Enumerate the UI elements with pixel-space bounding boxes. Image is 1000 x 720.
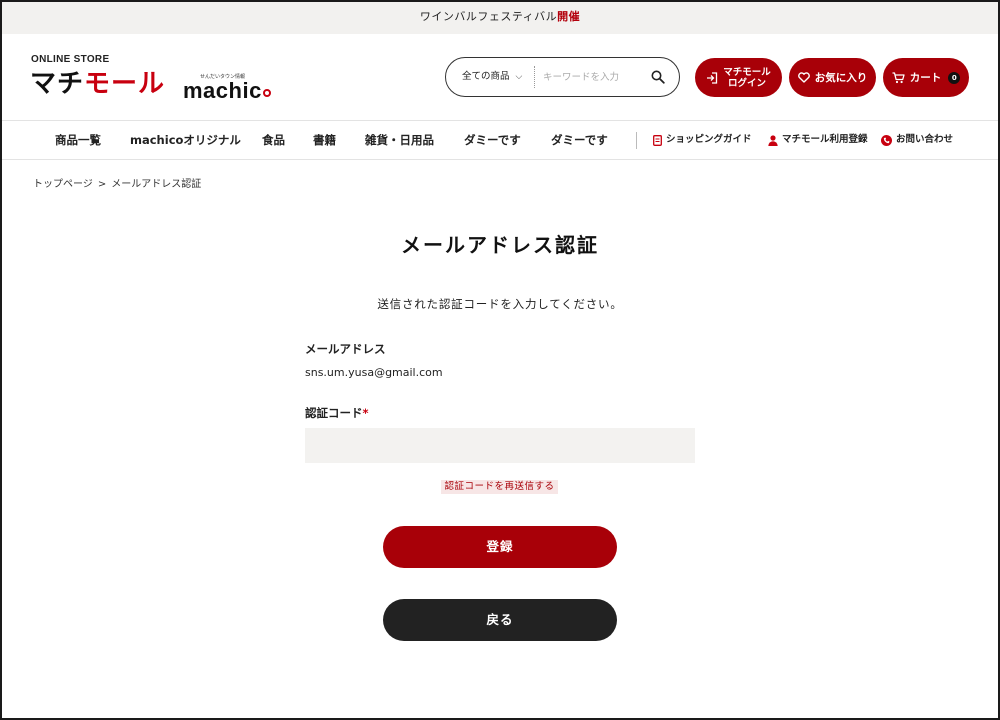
breadcrumb-current: メールアドレス認証 [111, 179, 202, 190]
chevron-down-icon: ⌵ [515, 72, 523, 82]
back-button[interactable]: 戻る [383, 599, 617, 641]
nav-contact[interactable]: お問い合わせ [881, 121, 953, 159]
cart-icon [892, 71, 905, 83]
login-line1: マチモール [723, 66, 771, 78]
search-category-label: 全ての商品 [462, 71, 510, 82]
login-icon [707, 71, 718, 84]
nav-item-machico-original[interactable]: machicoオリジナル [130, 121, 241, 159]
online-store-label: ONLINE STORE [31, 54, 110, 65]
intro-text: 送信された認証コードを入力してください。 [377, 297, 623, 311]
logo-black-part: マチ [30, 69, 85, 99]
announcement-text: ワインバルフェスティバル [419, 10, 558, 23]
user-icon [768, 134, 778, 146]
search-bar: 全ての商品 ⌵ [445, 57, 680, 97]
site-header: ONLINE STORE マチモール せんだいタウン情報 machic 全ての商… [0, 34, 1000, 120]
nav-user-registration-label: マチモール利用登録 [782, 134, 868, 145]
nav-shopping-guide-label: ショッピングガイド [666, 134, 752, 145]
phone-icon [881, 134, 892, 146]
nav-item-goods[interactable]: 雑貨・日用品 [365, 121, 434, 159]
search-icon[interactable] [651, 70, 665, 84]
nav-item-products[interactable]: 商品一覧 [55, 121, 101, 159]
cart-button[interactable]: カート 0 [883, 58, 969, 97]
search-divider [534, 66, 535, 88]
search-input[interactable] [543, 67, 643, 87]
email-label: メールアドレス [305, 342, 386, 356]
breadcrumb-home[interactable]: トップページ [33, 179, 93, 190]
breadcrumb-separator: > [97, 179, 107, 190]
search-category-select[interactable]: 全ての商品 ⌵ [462, 58, 522, 96]
announcement-bar[interactable]: ワインバルフェスティバル開催 [0, 0, 1000, 34]
nav-contact-label: お問い合わせ [896, 134, 954, 145]
cart-label: カート [909, 72, 942, 84]
nav-item-food[interactable]: 食品 [262, 121, 285, 159]
machico-logo-text: machic [183, 78, 262, 103]
nav-item-dummy-2[interactable]: ダミーです [551, 121, 608, 159]
nav-user-registration[interactable]: マチモール利用登録 [768, 121, 868, 159]
heart-icon [797, 72, 810, 83]
machico-dot-icon [262, 89, 271, 97]
email-value: sns.um.yusa@gmail.com [305, 366, 443, 379]
login-line2: ログイン [727, 77, 766, 89]
breadcrumb: トップページ > メールアドレス認証 [33, 175, 201, 190]
announcement-highlight: 開催 [557, 10, 581, 23]
machimall-logo[interactable]: マチモール [30, 68, 165, 100]
page-title: メールアドレス認証 [401, 233, 599, 257]
register-button[interactable]: 登録 [383, 526, 617, 568]
favorites-label: お気に入り [814, 72, 868, 84]
verification-code-input[interactable] [305, 428, 695, 463]
cart-count-badge: 0 [948, 71, 961, 84]
nav-item-books[interactable]: 書籍 [313, 121, 336, 159]
required-mark: * [362, 406, 369, 420]
nav-divider [636, 132, 637, 149]
nav-item-dummy-1[interactable]: ダミーです [464, 121, 521, 159]
favorites-button[interactable]: お気に入り [789, 58, 876, 97]
document-icon [653, 134, 662, 146]
nav-shopping-guide[interactable]: ショッピングガイド [653, 121, 752, 159]
login-button[interactable]: マチモール ログイン [695, 58, 782, 97]
resend-code-link[interactable]: 認証コードを再送信する [441, 480, 558, 494]
logo-red-part: モール [84, 69, 166, 99]
code-label: 認証コード* [305, 405, 369, 421]
machico-logo[interactable]: machic [183, 78, 271, 104]
code-label-text: 認証コード [305, 406, 363, 420]
main-nav: 商品一覧 machicoオリジナル 食品 書籍 雑貨・日用品 ダミーです ダミー… [0, 120, 1000, 160]
